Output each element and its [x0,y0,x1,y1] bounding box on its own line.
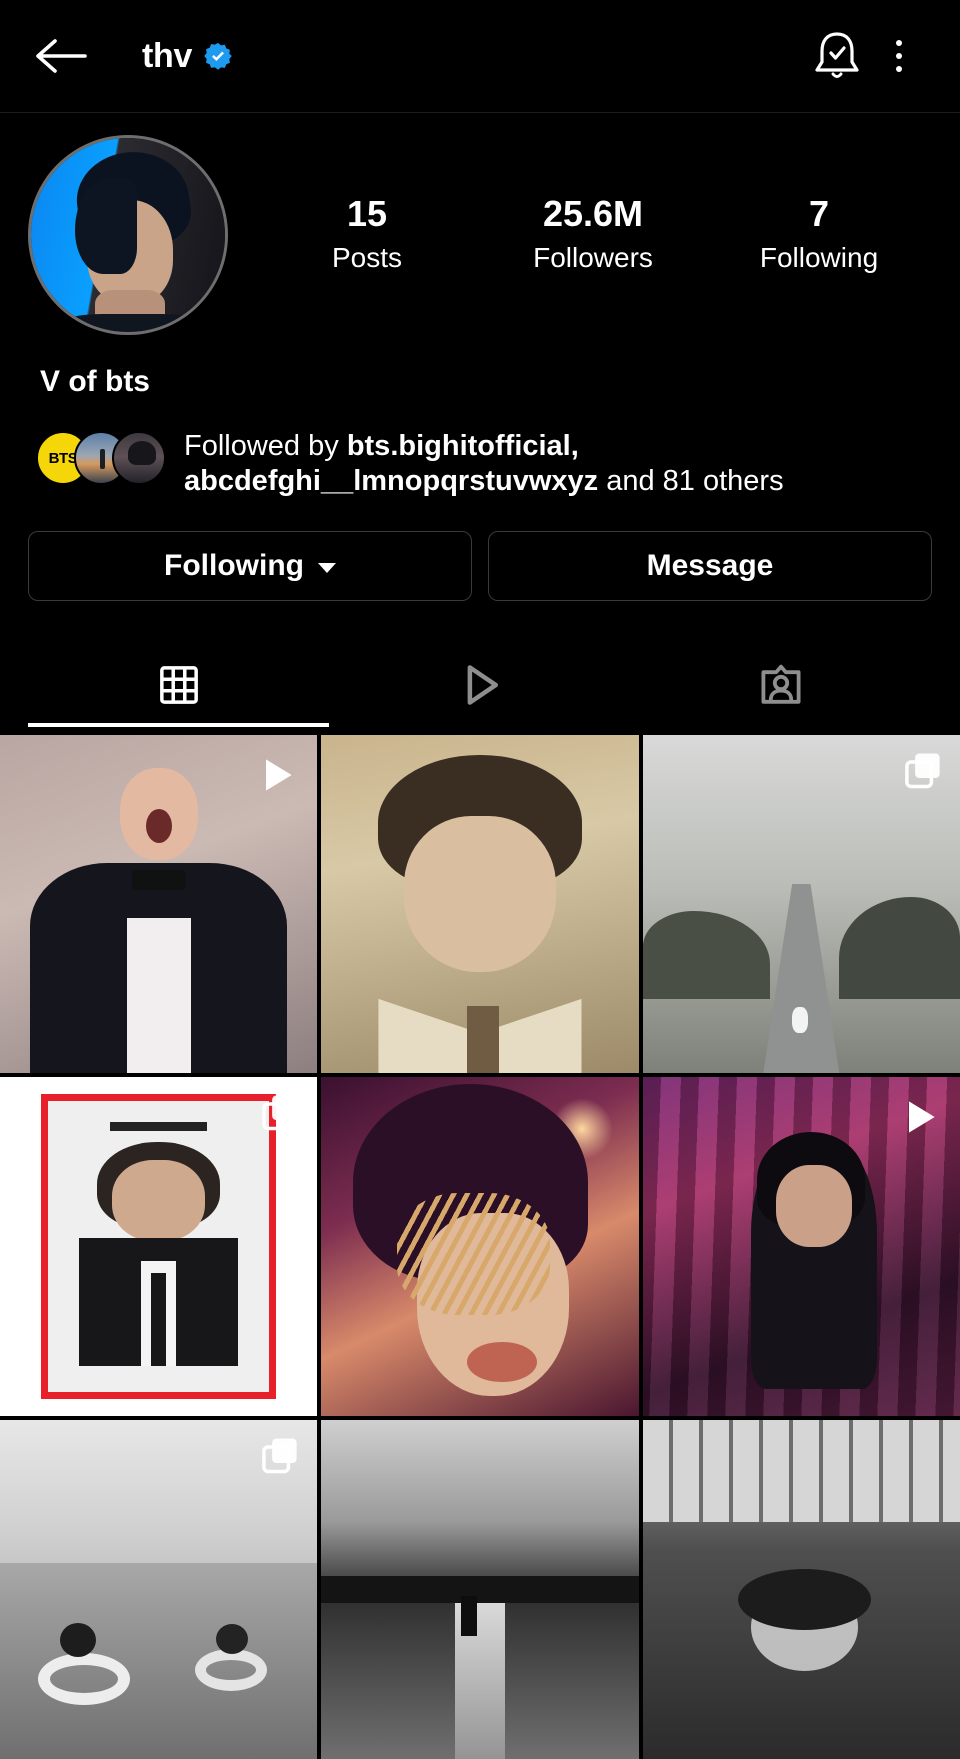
profile-stats: 15 Posts 25.6M Followers 7 Following [228,193,932,277]
tab-grid[interactable] [28,643,330,727]
carousel-icon [902,749,944,796]
back-arrow-icon [36,39,87,73]
profile-username: thv [142,36,193,75]
reels-play-icon [467,664,498,705]
profile-bio: V of bts [40,365,150,398]
followed-by-facepile: BTS [36,427,166,485]
grid-icon [159,665,198,704]
table-row[interactable] [0,1077,318,1417]
followed-by-prefix: Followed by [184,430,347,462]
more-options-icon [896,40,902,72]
stat-following[interactable]: 7 Following [759,193,879,277]
carousel-icon [259,1434,301,1481]
followers-label: Followers [533,242,653,274]
avatar-image [31,138,225,332]
post-thumbnail-9 [642,1420,960,1759]
avatar-stats-row: 15 Posts 25.6M Followers 7 Following [28,135,932,335]
posts-label: Posts [331,242,403,274]
following-button-label: Following [164,548,304,582]
post-thumbnail-2 [321,734,639,1074]
table-row[interactable] [642,734,960,1074]
tab-tagged[interactable] [631,643,932,727]
video-play-icon [255,753,299,802]
profile-tabs [28,643,932,727]
message-button-label: Message [646,548,774,582]
followed-by-row[interactable]: BTS Followed by bts.bighitofficial, abcd… [28,427,932,499]
top-navigation-bar: thv [0,0,960,113]
post-grid [0,734,960,1759]
followed-by-name-2[interactable]: abcdefghi__lmnopqrstuvwxyz [184,465,598,497]
tab-reels[interactable] [329,643,630,727]
table-row[interactable] [642,1420,960,1759]
chevron-down-icon [317,562,336,573]
table-row[interactable] [0,734,318,1074]
avatar[interactable] [28,135,228,335]
notifications-button[interactable] [806,25,868,87]
table-row[interactable] [0,1420,318,1759]
carousel-icon [259,1091,301,1138]
table-row[interactable] [321,1420,639,1759]
profile-action-buttons: Following Message [28,530,932,601]
posts-count: 15 [346,192,388,234]
stat-posts[interactable]: 15 Posts [307,193,427,277]
following-button[interactable]: Following [28,530,472,601]
profile-header: 15 Posts 25.6M Followers 7 Following V o… [0,113,960,727]
post-thumbnail-5 [321,1077,639,1417]
followed-by-text: Followed by bts.bighitofficial, abcdefgh… [184,427,784,499]
profile-username-group[interactable]: thv [142,37,232,76]
stat-followers[interactable]: 25.6M Followers [533,193,653,277]
more-options-button[interactable] [868,25,930,87]
facepile-avatar-3 [112,431,166,485]
followed-by-name-1[interactable]: bts.bighitofficial, [347,430,579,462]
message-button[interactable]: Message [488,530,932,601]
following-label: Following [759,242,879,274]
following-count: 7 [808,192,830,234]
table-row[interactable] [321,734,639,1074]
tagged-person-icon [761,664,801,704]
verified-badge-icon [204,42,232,70]
post-thumbnail-8 [321,1420,639,1759]
table-row[interactable] [642,1077,960,1417]
followers-count: 25.6M [542,192,644,234]
instagram-profile-screen: thv 15 Posts 25.6M Followers 7 Following… [0,0,960,1759]
notification-bell-check-icon [815,32,859,78]
back-button[interactable] [30,26,90,86]
followed-by-suffix: and 81 others [598,464,784,497]
video-play-icon [898,1095,942,1144]
table-row[interactable] [321,1077,639,1417]
